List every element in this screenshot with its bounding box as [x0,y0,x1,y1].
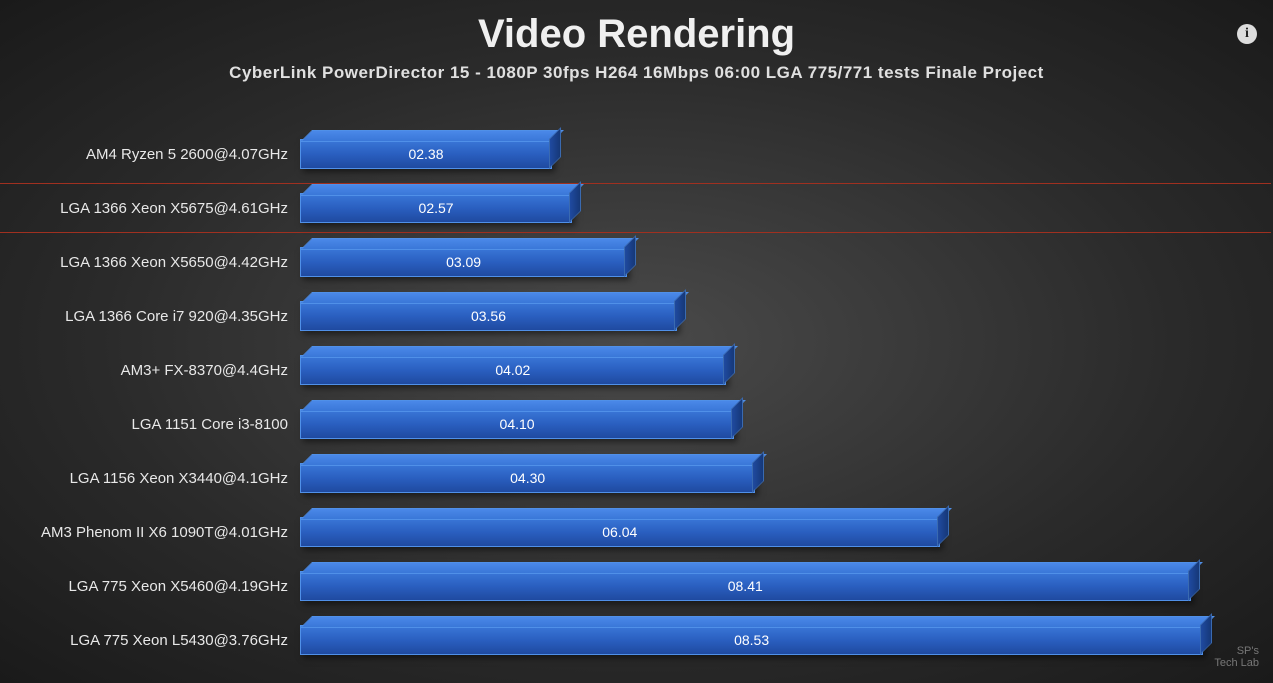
bar: 08.41 [300,571,1191,601]
bar-value-label: 03.56 [471,308,506,324]
bar-value-label: 04.02 [495,362,530,378]
chart-area: AM4 Ryzen 5 2600@4.07GHz 02.38 LGA 1366 Xe… [0,127,1253,673]
bar-value-label: 08.41 [728,578,763,594]
category-label: AM3 Phenom II X6 1090T@4.01GHz [0,524,300,541]
info-icon[interactable]: i [1237,24,1257,44]
bar-track: 06.04 [300,517,1253,547]
bar-track: 04.30 [300,463,1253,493]
bar-track: 03.09 [300,247,1253,277]
bar: 02.57 [300,193,572,223]
bar: 08.53 [300,625,1203,655]
chart-title: Video Rendering [0,12,1273,57]
category-label: LGA 775 Xeon L5430@3.76GHz [0,632,300,649]
chart-row: LGA 775 Xeon L5430@3.76GHz 08.53 [0,613,1253,667]
chart-row: AM3+ FX-8370@4.4GHz 04.02 [0,343,1253,397]
bar-track: 08.53 [300,625,1253,655]
chart-row: LGA 775 Xeon X5460@4.19GHz 08.41 [0,559,1253,613]
chart-subtitle: CyberLink PowerDirector 15 - 1080P 30fps… [0,63,1273,83]
chart-row: LGA 1366 Xeon X5675@4.61GHz 02.57 [0,181,1253,235]
bar: 02.38 [300,139,552,169]
bar: 04.30 [300,463,755,493]
category-label: LGA 775 Xeon X5460@4.19GHz [0,578,300,595]
chart-row: LGA 1366 Core i7 920@4.35GHz 03.56 [0,289,1253,343]
category-label: AM4 Ryzen 5 2600@4.07GHz [0,146,300,163]
chart-row: LGA 1156 Xeon X3440@4.1GHz 04.30 [0,451,1253,505]
category-label: LGA 1366 Core i7 920@4.35GHz [0,308,300,325]
bar-track: 02.38 [300,139,1253,169]
bar-track: 04.10 [300,409,1253,439]
bar-value-label: 02.57 [419,200,454,216]
category-label: LGA 1151 Core i3-8100 [0,416,300,433]
bar-value-label: 02.38 [408,146,443,162]
bar: 03.09 [300,247,627,277]
bar-track: 08.41 [300,571,1253,601]
chart-row: AM3 Phenom II X6 1090T@4.01GHz 06.04 [0,505,1253,559]
watermark-line2: Tech Lab [1214,657,1259,669]
category-label: LGA 1366 Xeon X5675@4.61GHz [0,200,300,217]
bar: 04.02 [300,355,726,385]
bar-value-label: 08.53 [734,632,769,648]
chart-row: LGA 1366 Xeon X5650@4.42GHz 03.09 [0,235,1253,289]
bar-value-label: 06.04 [602,524,637,540]
chart-row: LGA 1151 Core i3-8100 04.10 [0,397,1253,451]
bar: 03.56 [300,301,677,331]
bar-value-label: 04.10 [500,416,535,432]
bar-value-label: 03.09 [446,254,481,270]
watermark: SP's Tech Lab [1214,645,1259,669]
bar: 06.04 [300,517,940,547]
bar-track: 02.57 [300,193,1253,223]
watermark-line1: SP's [1214,645,1259,657]
bar: 04.10 [300,409,734,439]
info-glyph: i [1245,26,1249,42]
bar-track: 03.56 [300,301,1253,331]
bar-value-label: 04.30 [510,470,545,486]
category-label: AM3+ FX-8370@4.4GHz [0,362,300,379]
bar-track: 04.02 [300,355,1253,385]
chart-row: AM4 Ryzen 5 2600@4.07GHz 02.38 [0,127,1253,181]
category-label: LGA 1366 Xeon X5650@4.42GHz [0,254,300,271]
category-label: LGA 1156 Xeon X3440@4.1GHz [0,470,300,487]
